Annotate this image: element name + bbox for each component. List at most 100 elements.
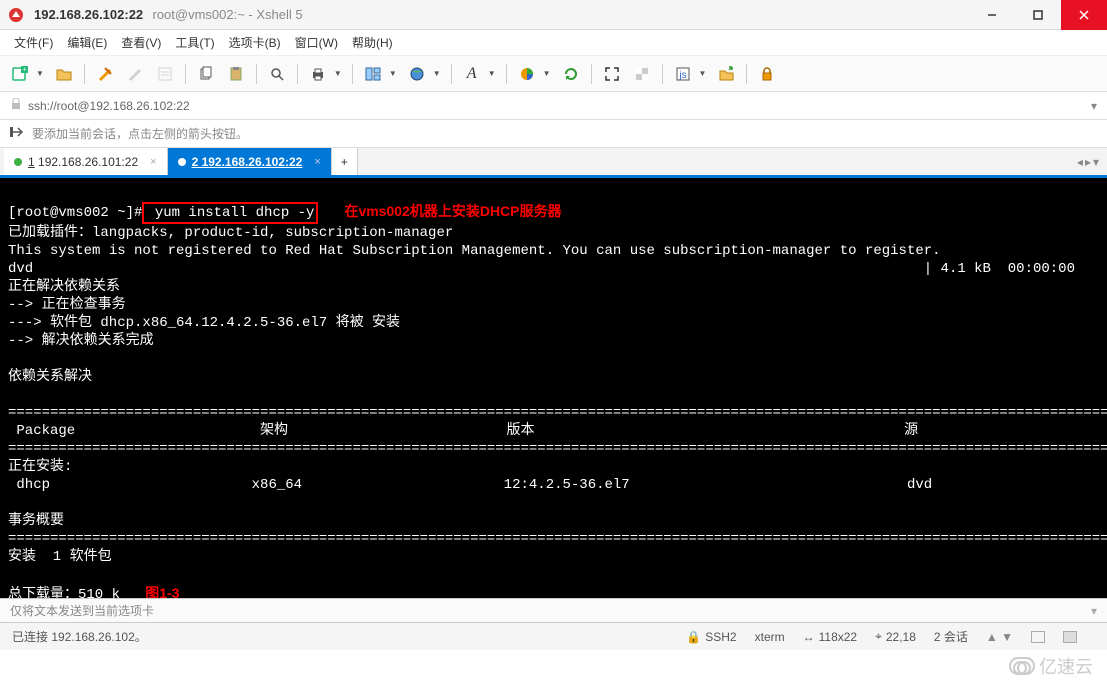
- add-session-arrow-icon[interactable]: [10, 125, 26, 142]
- separator: [297, 64, 298, 84]
- font-icon[interactable]: A: [462, 64, 482, 84]
- figure-label: 图1-3: [145, 585, 179, 598]
- paste-icon[interactable]: [226, 64, 246, 84]
- separator: [256, 64, 257, 84]
- reconnect-icon[interactable]: [95, 64, 115, 84]
- caret-icon[interactable]: ▼: [433, 69, 441, 78]
- transfer-icon[interactable]: [716, 64, 736, 84]
- toolbar: + ▼ ▼ ▼ ▼ A ▼ ▼ js ▼: [0, 56, 1107, 92]
- menu-view[interactable]: 查看(V): [121, 34, 161, 51]
- table-header: Package 架构 版本 源 大小: [8, 423, 1107, 439]
- tab-list-icon[interactable]: ▾: [1093, 155, 1099, 169]
- status-dot-icon: [14, 158, 22, 166]
- status-dot-icon: [178, 158, 186, 166]
- menu-file[interactable]: 文件(F): [14, 34, 53, 51]
- refresh-icon[interactable]: [561, 64, 581, 84]
- terminal-line: 事务概要: [8, 513, 64, 529]
- maximize-button[interactable]: [1015, 0, 1061, 30]
- hint-bar: 要添加当前会话，点击左侧的箭头按钮。: [0, 120, 1107, 148]
- menu-tabs[interactable]: 选项卡(B): [229, 34, 281, 51]
- tab-label: 1 192.168.26.101:22: [28, 155, 138, 169]
- cursor-icon: ⌖: [875, 629, 882, 644]
- lock-small-icon: [10, 98, 22, 113]
- tab-close-icon[interactable]: ×: [314, 156, 320, 168]
- title-bar: 192.168.26.102:22 root@vms002:~ - Xshell…: [0, 0, 1107, 30]
- tab-session-1[interactable]: 1 192.168.26.101:22 ×: [4, 148, 168, 175]
- svg-text:js: js: [678, 70, 686, 81]
- address-text[interactable]: ssh://root@192.168.26.102:22: [28, 99, 1085, 113]
- tab-prev-icon[interactable]: ◂: [1077, 155, 1083, 169]
- window-controls: [969, 0, 1107, 30]
- compose-bar[interactable]: 仅将文本发送到当前选项卡 ▾: [0, 598, 1107, 622]
- separator: [84, 64, 85, 84]
- svg-text:+: +: [22, 66, 26, 73]
- terminal-line: ---> 软件包 dhcp.x86_64.12.4.2.5-36.el7 将被 …: [8, 315, 400, 331]
- disconnect-icon[interactable]: [125, 64, 145, 84]
- terminal-line: 依赖关系解决: [8, 369, 92, 385]
- terminal-line: 总下载量：510 k: [8, 587, 120, 598]
- tab-bar: 1 192.168.26.101:22 × 2 192.168.26.102:2…: [0, 148, 1107, 178]
- table-row: dhcp x86_64 12:4.2.5-36.el7 dvd 510 k: [8, 477, 1107, 493]
- menu-edit[interactable]: 编辑(E): [67, 34, 107, 51]
- separator: [662, 64, 663, 84]
- separator: [591, 64, 592, 84]
- caret-icon[interactable]: ▼: [488, 69, 496, 78]
- watermark: 亿速云: [1009, 653, 1093, 679]
- resize-icon: ↔: [803, 630, 815, 644]
- menu-bar: 文件(F) 编辑(E) 查看(V) 工具(T) 选项卡(B) 窗口(W) 帮助(…: [0, 30, 1107, 56]
- address-dropdown-icon[interactable]: ▾: [1091, 99, 1097, 113]
- layout-icon[interactable]: [363, 64, 383, 84]
- terminal[interactable]: [root@vms002 ~]# yum install dhcp -y在vms…: [0, 178, 1107, 598]
- caret-icon[interactable]: ▼: [334, 69, 342, 78]
- lock-icon[interactable]: [757, 64, 777, 84]
- lock-tiny-icon: 🔒: [686, 630, 701, 644]
- caret-icon[interactable]: ▼: [699, 69, 707, 78]
- status-connection: 已连接 192.168.26.102。: [12, 628, 147, 645]
- status-cap-indicator: [1031, 631, 1045, 643]
- tab-session-2[interactable]: 2 192.168.26.102:22 ×: [168, 148, 332, 175]
- tab-next-icon[interactable]: ▸: [1085, 155, 1091, 169]
- color-scheme-icon[interactable]: [517, 64, 537, 84]
- close-button[interactable]: [1061, 0, 1107, 30]
- find-icon[interactable]: [267, 64, 287, 84]
- terminal-line: This system is not registered to Red Hat…: [8, 243, 941, 259]
- status-size: ↔ 118x22: [803, 630, 857, 644]
- script-icon[interactable]: js: [673, 64, 693, 84]
- menu-tools[interactable]: 工具(T): [175, 34, 214, 51]
- window-title: 192.168.26.102:22 root@vms002:~ - Xshell…: [34, 7, 303, 22]
- minimize-button[interactable]: [969, 0, 1015, 30]
- separator: [506, 64, 507, 84]
- status-sessions: 2 会话: [934, 628, 968, 645]
- new-session-icon[interactable]: +: [10, 64, 30, 84]
- print-icon[interactable]: [308, 64, 328, 84]
- separator: [451, 64, 452, 84]
- separator: [352, 64, 353, 84]
- menu-help[interactable]: 帮助(H): [352, 34, 393, 51]
- caret-icon[interactable]: ▼: [543, 69, 551, 78]
- terminal-line: --> 解决依赖关系完成: [8, 333, 154, 349]
- tab-close-icon[interactable]: ×: [150, 156, 156, 168]
- properties-icon[interactable]: [155, 64, 175, 84]
- separator: [185, 64, 186, 84]
- tab-add-button[interactable]: +: [332, 148, 358, 175]
- watermark-text: 亿速云: [1039, 653, 1093, 679]
- prompt: [root@vms002 ~]#: [8, 205, 142, 221]
- status-updown-icon[interactable]: ▲ ▼: [986, 630, 1013, 644]
- status-cursor: ⌖ 22,18: [875, 629, 916, 644]
- tab-label: 2 192.168.26.102:22: [192, 155, 303, 169]
- copy-icon[interactable]: [196, 64, 216, 84]
- status-protocol: 🔒SSH2: [686, 630, 736, 644]
- terminal-line: --> 正在检查事务: [8, 297, 126, 313]
- open-icon[interactable]: [54, 64, 74, 84]
- transparency-icon[interactable]: [632, 64, 652, 84]
- title-main: 192.168.26.102:22: [34, 7, 143, 22]
- caret-icon[interactable]: ▼: [389, 69, 397, 78]
- fullscreen-icon[interactable]: [602, 64, 622, 84]
- menu-window[interactable]: 窗口(W): [295, 34, 338, 51]
- globe-icon[interactable]: [407, 64, 427, 84]
- terminal-line: 安装 1 软件包: [8, 549, 112, 565]
- app-icon: [8, 7, 24, 23]
- compose-dropdown-icon[interactable]: ▾: [1091, 604, 1097, 618]
- status-bar: 已连接 192.168.26.102。 🔒SSH2 xterm ↔ 118x22…: [0, 622, 1107, 650]
- caret-icon[interactable]: ▼: [36, 69, 44, 78]
